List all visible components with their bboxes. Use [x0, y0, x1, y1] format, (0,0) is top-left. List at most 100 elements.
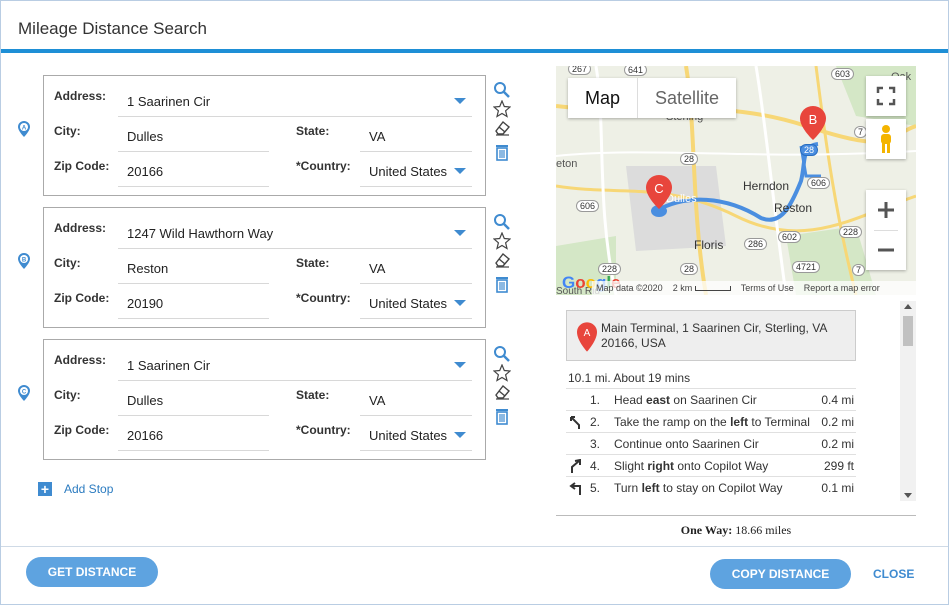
- country-label: *Country:: [296, 159, 351, 173]
- one-way-value: 18.66 miles: [735, 523, 792, 537]
- country-select[interactable]: United States: [369, 428, 447, 443]
- chevron-down-icon[interactable]: [454, 362, 466, 368]
- search-icon[interactable]: [493, 345, 511, 363]
- scroll-up-icon[interactable]: [904, 304, 912, 309]
- state-label: State:: [296, 124, 330, 138]
- state-label: State:: [296, 388, 330, 402]
- directions-panel[interactable]: A Main Terminal, 1 Saarinen Cir, Sterlin…: [556, 301, 916, 514]
- eraser-icon[interactable]: [493, 251, 511, 269]
- direction-step[interactable]: 5. Turn left to stay on Copilot Way 0.1 …: [566, 476, 856, 498]
- state-label: State:: [296, 256, 330, 270]
- fullscreen-button[interactable]: [866, 76, 906, 116]
- state-field[interactable]: VA: [369, 261, 385, 276]
- directions-scrollbar[interactable]: [900, 301, 916, 501]
- map-pin-b[interactable]: B: [800, 106, 826, 140]
- zoom-controls: [866, 190, 906, 270]
- chevron-down-icon[interactable]: [454, 168, 466, 174]
- place-label: Floris: [694, 238, 724, 252]
- pegman-icon: [881, 125, 891, 153]
- star-icon[interactable]: [493, 364, 511, 382]
- address-field[interactable]: 1 Saarinen Cir: [127, 358, 210, 373]
- map-type-toggle: Map Satellite: [568, 78, 737, 118]
- country-select[interactable]: United States: [369, 296, 447, 311]
- route-shield: 606: [576, 200, 600, 212]
- dialog-header: Mileage Distance Search: [1, 1, 948, 53]
- report-error-link[interactable]: Report a map error: [804, 283, 880, 293]
- direction-step[interactable]: 2. Take the ramp on the left to Terminal…: [566, 410, 856, 432]
- trash-icon[interactable]: [493, 407, 511, 425]
- marker-b-icon: B: [18, 253, 30, 269]
- direction-step[interactable]: 4. Slight right onto Copilot Way 299 ft: [566, 454, 856, 476]
- stop-card-c: Address: 1 Saarinen Cir City: Dulles Sta…: [43, 339, 486, 460]
- add-stop-button[interactable]: + Add Stop: [38, 481, 113, 497]
- zip-label: Zip Code:: [54, 423, 110, 437]
- city-field[interactable]: Reston: [127, 261, 168, 276]
- chevron-down-icon[interactable]: [454, 300, 466, 306]
- city-field[interactable]: Dulles: [127, 393, 163, 408]
- map-pin-c[interactable]: C: [646, 175, 672, 209]
- marker-c-icon: C: [18, 385, 30, 401]
- plus-icon: +: [38, 482, 52, 496]
- route-shield: 4721: [792, 261, 821, 273]
- divider: [556, 515, 916, 516]
- address-field[interactable]: 1 Saarinen Cir: [127, 94, 210, 109]
- city-label: City:: [54, 256, 81, 270]
- route-map[interactable]: Herndon Reston Floris Dulles Sterling So…: [556, 66, 916, 295]
- country-label: *Country:: [296, 423, 351, 437]
- zip-field[interactable]: 20190: [127, 296, 163, 311]
- country-label: *Country:: [296, 291, 351, 305]
- direction-steps: 1. Head east on Saarinen Cir 0.4 mi 2. T…: [566, 388, 856, 498]
- start-pin-letter: A: [584, 328, 591, 339]
- svg-text:B: B: [22, 258, 27, 264]
- direction-step[interactable]: 1. Head east on Saarinen Cir 0.4 mi: [566, 388, 856, 410]
- close-button[interactable]: CLOSE: [873, 567, 914, 581]
- zip-field[interactable]: 20166: [127, 428, 163, 443]
- address-label: Address:: [54, 89, 107, 103]
- svg-text:C: C: [22, 390, 27, 396]
- country-select[interactable]: United States: [369, 164, 447, 179]
- scroll-thumb[interactable]: [903, 316, 913, 346]
- start-pin-icon: A: [577, 322, 597, 352]
- zoom-in-icon[interactable]: [866, 190, 906, 230]
- chevron-down-icon[interactable]: [454, 98, 466, 104]
- map-attribution: Map data ©2020 2 km Terms of Use Report …: [592, 281, 916, 295]
- route-shield: 28: [680, 263, 699, 275]
- map-tab[interactable]: Map: [568, 78, 637, 118]
- zip-field[interactable]: 20166: [127, 164, 163, 179]
- scroll-down-icon[interactable]: [904, 493, 912, 498]
- city-field[interactable]: Dulles: [127, 129, 163, 144]
- mileage-dialog: Mileage Distance Search A Address: 1 Saa…: [0, 0, 949, 605]
- eraser-icon[interactable]: [493, 119, 511, 137]
- street-view-button[interactable]: [866, 119, 906, 159]
- route-shield: 267: [568, 66, 592, 75]
- fullscreen-icon: [876, 86, 896, 106]
- zoom-out-icon[interactable]: [866, 230, 906, 270]
- star-icon[interactable]: [493, 232, 511, 250]
- pin-letter: C: [654, 181, 663, 196]
- chevron-down-icon[interactable]: [454, 432, 466, 438]
- ramp-left-icon: [570, 416, 580, 429]
- state-field[interactable]: VA: [369, 393, 385, 408]
- copy-distance-button[interactable]: COPY DISTANCE: [710, 559, 851, 589]
- satellite-tab[interactable]: Satellite: [637, 78, 736, 118]
- route-shield: 28: [680, 153, 699, 165]
- eraser-icon[interactable]: [493, 383, 511, 401]
- search-icon[interactable]: [493, 213, 511, 231]
- get-distance-button[interactable]: GET DISTANCE: [26, 557, 158, 587]
- state-field[interactable]: VA: [369, 129, 385, 144]
- star-icon[interactable]: [493, 100, 511, 118]
- address-field[interactable]: 1247 Wild Hawthorn Way: [127, 226, 273, 241]
- chevron-down-icon[interactable]: [454, 230, 466, 236]
- trash-icon[interactable]: [493, 143, 511, 161]
- direction-step[interactable]: 3. Continue onto Saarinen Cir 0.2 mi: [566, 432, 856, 454]
- terms-link[interactable]: Terms of Use: [741, 283, 794, 293]
- search-icon[interactable]: [493, 81, 511, 99]
- place-label: Herndon: [743, 179, 790, 193]
- marker-a-icon: A: [18, 121, 30, 137]
- city-label: City:: [54, 388, 81, 402]
- route-shield: 7: [852, 264, 866, 276]
- trash-icon[interactable]: [493, 275, 511, 293]
- route-shield: 28: [800, 144, 819, 156]
- zip-label: Zip Code:: [54, 291, 110, 305]
- svg-text:A: A: [22, 126, 27, 132]
